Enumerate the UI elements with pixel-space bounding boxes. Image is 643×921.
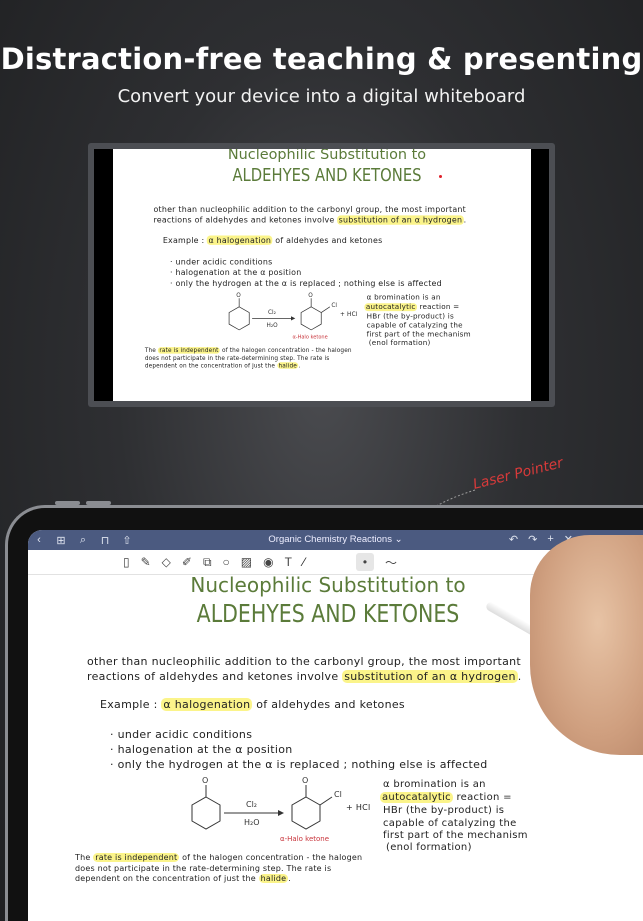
reaction-diagram: O O Cl Cl₂ H₂O α-Halo ketone — [191, 776, 342, 843]
note-example: Example : α halogenation of aldehydes an… — [100, 698, 405, 711]
external-display: Nucleophilic Substitution to ALDEHYES AN… — [88, 143, 555, 407]
bullet: · halogenation at the α position — [110, 743, 293, 756]
side-note: (enol formation) — [386, 842, 472, 853]
side-note: first part of the mechanism — [366, 330, 471, 339]
note-subtitle: ALDEHYES AND KETONES — [232, 164, 422, 186]
oxygen-label: O — [302, 776, 308, 785]
side-note: first part of the mechanism — [383, 830, 528, 841]
trail-mode-icon[interactable]: 〜 — [385, 554, 397, 571]
text-icon[interactable]: T — [285, 555, 292, 569]
oxygen-label: O — [236, 293, 241, 299]
bullet: · only the hydrogen at the α is replaced… — [170, 278, 442, 289]
redo-icon[interactable]: ↷ — [528, 533, 537, 546]
side-note: α bromination is an — [366, 293, 441, 302]
note-text: reactions of aldehydes and ketones invol… — [87, 670, 522, 683]
note-example: Example : α halogenation of aldehydes an… — [162, 235, 383, 245]
shapes-icon[interactable]: ⧉ — [203, 555, 212, 570]
dot-mode-icon[interactable]: • — [355, 553, 374, 571]
chlorine-label: Cl — [331, 303, 337, 309]
chlorine-label: Cl — [334, 790, 342, 799]
foot-note: does not participate in the rate-determi… — [75, 864, 332, 873]
laser-pointer-icon[interactable]: ⁄ — [303, 555, 305, 569]
bullet: · halogenation at the α position — [170, 267, 302, 278]
side-note: autocatalytic reaction = — [380, 792, 512, 803]
reagent-bottom: H₂O — [244, 818, 260, 827]
foot-note: The rate is independent of the halogen c… — [75, 853, 363, 862]
side-note: HBr (the by-product) is — [366, 312, 454, 321]
product-label: α-Halo ketone — [292, 335, 327, 341]
side-note: autocatalytic reaction = — [364, 303, 460, 312]
read-mode-icon[interactable]: ▯ — [123, 555, 130, 569]
laser-pointer-label: Laser Pointer — [471, 455, 565, 493]
note-page: Nucleophilic Substitution to ALDEHYES AN… — [113, 149, 531, 396]
note-title: Nucleophilic Substitution to — [227, 149, 427, 163]
eraser-icon[interactable]: ◇ — [162, 555, 171, 569]
image-icon[interactable]: ▨ — [241, 555, 252, 569]
side-note: α bromination is an — [383, 779, 486, 790]
foot-note: does not participate in the rate-determi… — [144, 355, 330, 362]
bullet: · only the hydrogen at the α is replaced… — [110, 758, 488, 771]
nav-bar: ‹ ⊞ ⌕ ⊓ ⇧ Organic Chemistry Reactions ⌄ … — [28, 530, 643, 550]
reagent-top: Cl₂ — [268, 310, 276, 316]
camera-icon[interactable]: ◉ — [263, 555, 273, 569]
product-label: α-Halo ketone — [280, 835, 329, 843]
undo-icon[interactable]: ↶ — [509, 533, 518, 546]
side-note: capable of catalyzing the — [383, 818, 517, 829]
display-screen: Nucleophilic Substitution to ALDEHYES AN… — [94, 149, 549, 401]
chevron-down-icon: ⌄ — [394, 534, 403, 545]
add-icon[interactable]: + — [547, 533, 553, 546]
plus-hcl: + HCl — [339, 311, 358, 318]
pen-icon[interactable]: ✎ — [141, 555, 151, 569]
lasso-icon[interactable]: ○ — [223, 555, 230, 569]
bullet: · under acidic conditions — [170, 257, 273, 267]
foot-note: dependent on the concentration of just t… — [75, 874, 291, 883]
laser-dot — [439, 175, 442, 178]
mirrored-page: Nucleophilic Substitution to ALDEHYES AN… — [113, 149, 531, 401]
subheadline: Convert your device into a digital white… — [117, 86, 526, 107]
reaction-diagram: O O Cl Cl₂ H₂O α-Halo ketone — [228, 293, 337, 341]
side-note: capable of catalyzing the — [366, 321, 463, 330]
side-note: (enol formation) — [368, 339, 431, 348]
note-text: reactions of aldehydes and ketones invol… — [153, 215, 467, 225]
oxygen-label: O — [308, 293, 313, 299]
highlighter-icon[interactable]: ✐ — [182, 555, 192, 569]
headline: Distraction-free teaching & presenting — [0, 42, 643, 76]
oxygen-label: O — [202, 776, 208, 785]
foot-note: dependent on the concentration of just t… — [144, 362, 301, 369]
side-note: HBr (the by-product) is — [383, 805, 505, 816]
bullet: · under acidic conditions — [110, 728, 253, 741]
note-text: other than nucleophilic addition to the … — [87, 655, 522, 668]
note-text: other than nucleophilic addition to the … — [153, 204, 466, 214]
reagent-bottom: H₂O — [267, 323, 279, 329]
foot-note: The rate is independent of the halogen c… — [144, 347, 352, 354]
plus-hcl: + HCl — [346, 803, 371, 812]
reagent-top: Cl₂ — [246, 800, 257, 809]
